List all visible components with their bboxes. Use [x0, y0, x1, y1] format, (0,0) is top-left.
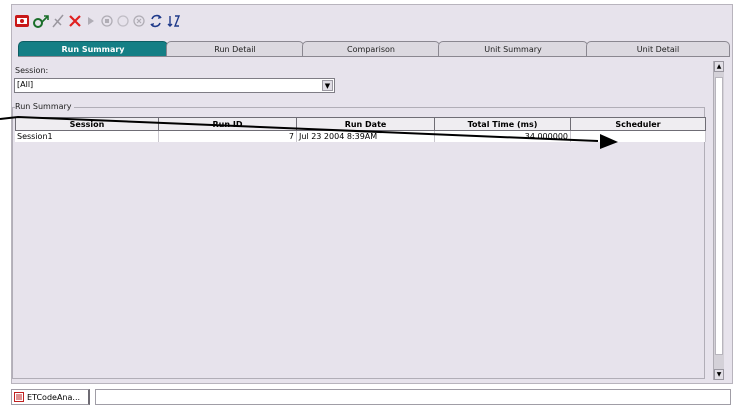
- run-summary-grid: Session Run ID Run Date Total Time (ms) …: [15, 117, 706, 379]
- run-summary-group-label: Run Summary: [15, 102, 74, 111]
- record-icon[interactable]: [14, 13, 30, 29]
- disconnect-icon[interactable]: [51, 13, 65, 29]
- table-row[interactable]: Session1 7 Jul 23 2004 8:39AM 34.000000: [15, 131, 706, 142]
- column-header-session[interactable]: Session: [15, 117, 159, 131]
- connect-icon[interactable]: [33, 13, 49, 29]
- taskbar-item[interactable]: ETCodeAna...: [11, 389, 90, 405]
- scroll-thumb[interactable]: [715, 77, 723, 355]
- play-icon[interactable]: [86, 13, 96, 29]
- pause-icon[interactable]: [116, 13, 130, 29]
- toolbar: [12, 5, 732, 37]
- cancel-icon[interactable]: [132, 13, 146, 29]
- document-icon: [14, 392, 24, 402]
- sort-icon[interactable]: [167, 13, 181, 29]
- session-select-value: [All]: [17, 80, 34, 89]
- tab-bar: Run Summary Run Detail Comparison Unit S…: [18, 41, 730, 57]
- session-select[interactable]: [All] ▼: [14, 78, 335, 93]
- delete-icon[interactable]: [68, 13, 82, 29]
- cell-run-id: 7: [159, 131, 297, 142]
- tab-unit-summary[interactable]: Unit Summary: [438, 41, 588, 56]
- chevron-down-icon[interactable]: ▼: [322, 80, 333, 91]
- stop-icon[interactable]: [100, 13, 114, 29]
- tab-run-summary[interactable]: Run Summary: [18, 41, 168, 56]
- taskbar-item-label: ETCodeAna...: [27, 393, 81, 402]
- scroll-down-icon[interactable]: ▼: [714, 369, 724, 380]
- status-bar: ETCodeAna...: [11, 388, 731, 406]
- status-field: [95, 389, 731, 405]
- cell-scheduler: [571, 131, 706, 142]
- column-header-total-time[interactable]: Total Time (ms): [434, 117, 571, 131]
- cell-session: Session1: [15, 131, 159, 142]
- tab-divider: [18, 56, 730, 57]
- tab-run-detail[interactable]: Run Detail: [166, 41, 304, 56]
- column-header-run-date[interactable]: Run Date: [296, 117, 435, 131]
- column-header-run-id[interactable]: Run ID: [158, 117, 297, 131]
- tab-comparison[interactable]: Comparison: [302, 41, 440, 56]
- cell-run-date: Jul 23 2004 8:39AM: [297, 131, 435, 142]
- session-label: Session:: [15, 66, 49, 75]
- grid-header: Session Run ID Run Date Total Time (ms) …: [15, 117, 706, 131]
- vertical-scrollbar[interactable]: ▲ ▼: [713, 61, 724, 380]
- column-header-scheduler[interactable]: Scheduler: [570, 117, 706, 131]
- scroll-up-icon[interactable]: ▲: [714, 61, 724, 72]
- refresh-icon[interactable]: [149, 13, 163, 29]
- tab-unit-detail[interactable]: Unit Detail: [586, 41, 730, 56]
- cell-total-time: 34.000000: [435, 131, 571, 142]
